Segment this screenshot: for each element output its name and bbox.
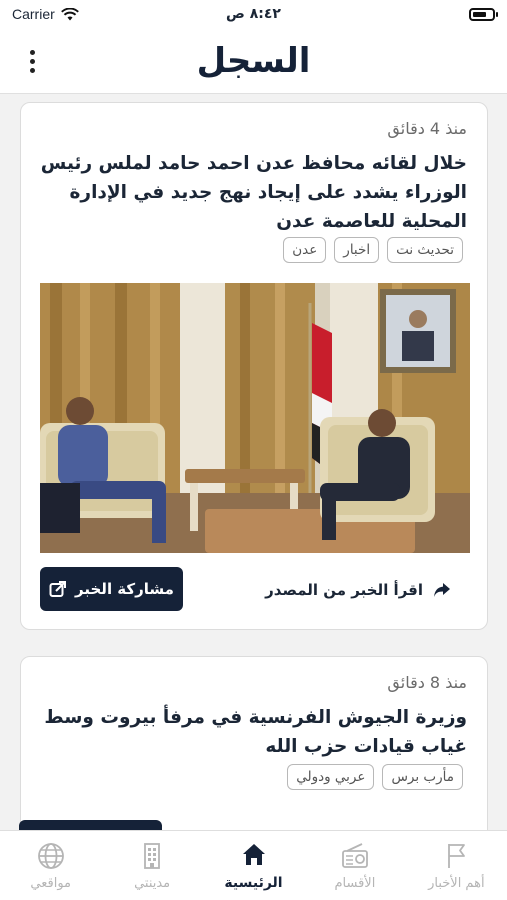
- tag-source[interactable]: مأرب برس: [382, 764, 463, 790]
- tab-label: مواقعي: [30, 875, 72, 891]
- tag-source[interactable]: تحديث نت: [387, 237, 463, 263]
- tab-label: الأقسام: [334, 875, 376, 891]
- share-label: مشاركة الخبر: [75, 580, 174, 598]
- radio-icon: [342, 842, 368, 868]
- news-card[interactable]: منذ 4 دقائق خلال لقائه محافظ عدن احمد حا…: [20, 102, 488, 630]
- news-photo[interactable]: [40, 283, 470, 553]
- headline[interactable]: خلال لقائه محافظ عدن احمد حامد لملس رئيس…: [39, 149, 467, 236]
- share-box-icon: [49, 581, 67, 597]
- read-source-label: اقرأ الخبر من المصدر: [265, 581, 423, 599]
- tag-list: مأرب برس عربي ودولي: [287, 764, 463, 790]
- status-time: ٨:٤٢ ص: [226, 6, 281, 22]
- globe-icon: [37, 842, 64, 869]
- tag-category[interactable]: اخبار: [334, 237, 380, 263]
- time-ago: منذ 8 دقائق: [387, 673, 467, 692]
- tab-home[interactable]: الرئيسية: [203, 831, 304, 900]
- status-left: Carrier: [12, 6, 79, 22]
- home-icon: [242, 844, 265, 865]
- news-card[interactable]: منذ 8 دقائق وزيرة الجيوش الفرنسية في مرف…: [20, 656, 488, 830]
- tab-sections[interactable]: الأقسام: [304, 831, 405, 900]
- news-feed[interactable]: منذ 4 دقائق خلال لقائه محافظ عدن احمد حا…: [0, 94, 507, 830]
- more-options-icon[interactable]: [22, 46, 42, 76]
- carrier-label: Carrier: [12, 6, 55, 22]
- share-news-button[interactable]: [19, 820, 162, 830]
- tab-my-sites[interactable]: مواقعي: [0, 831, 101, 900]
- tab-label: الرئيسية: [224, 875, 283, 891]
- tab-label: أهم الأخبار: [428, 875, 485, 891]
- page-title: السجل: [196, 40, 311, 81]
- tab-label: مدينتي: [134, 875, 171, 891]
- share-news-button[interactable]: مشاركة الخبر: [40, 567, 183, 611]
- tab-top-news[interactable]: أهم الأخبار: [406, 831, 507, 900]
- tag-city[interactable]: عدن: [283, 237, 327, 263]
- share-arrow-icon: [434, 583, 450, 597]
- tag-category[interactable]: عربي ودولي: [287, 764, 375, 790]
- app-header: السجل: [0, 28, 507, 94]
- headline[interactable]: وزيرة الجيوش الفرنسية في مرفأ بيروت وسط …: [39, 703, 467, 761]
- time-ago: منذ 4 دقائق: [387, 119, 467, 138]
- wifi-icon: [60, 7, 79, 20]
- flag-icon: [448, 843, 466, 868]
- read-source-link[interactable]: اقرأ الخبر من المصدر: [265, 581, 451, 599]
- status-bar: Carrier ٨:٤٢ ص: [0, 0, 507, 28]
- tag-list: تحديث نت اخبار عدن: [283, 237, 463, 263]
- battery-icon: [469, 7, 498, 21]
- tab-bar: مواقعي مدينتي الرئيسية الأقسام أهم الأخب…: [0, 830, 507, 900]
- tab-my-city[interactable]: مدينتي: [101, 831, 202, 900]
- building-icon: [144, 842, 161, 869]
